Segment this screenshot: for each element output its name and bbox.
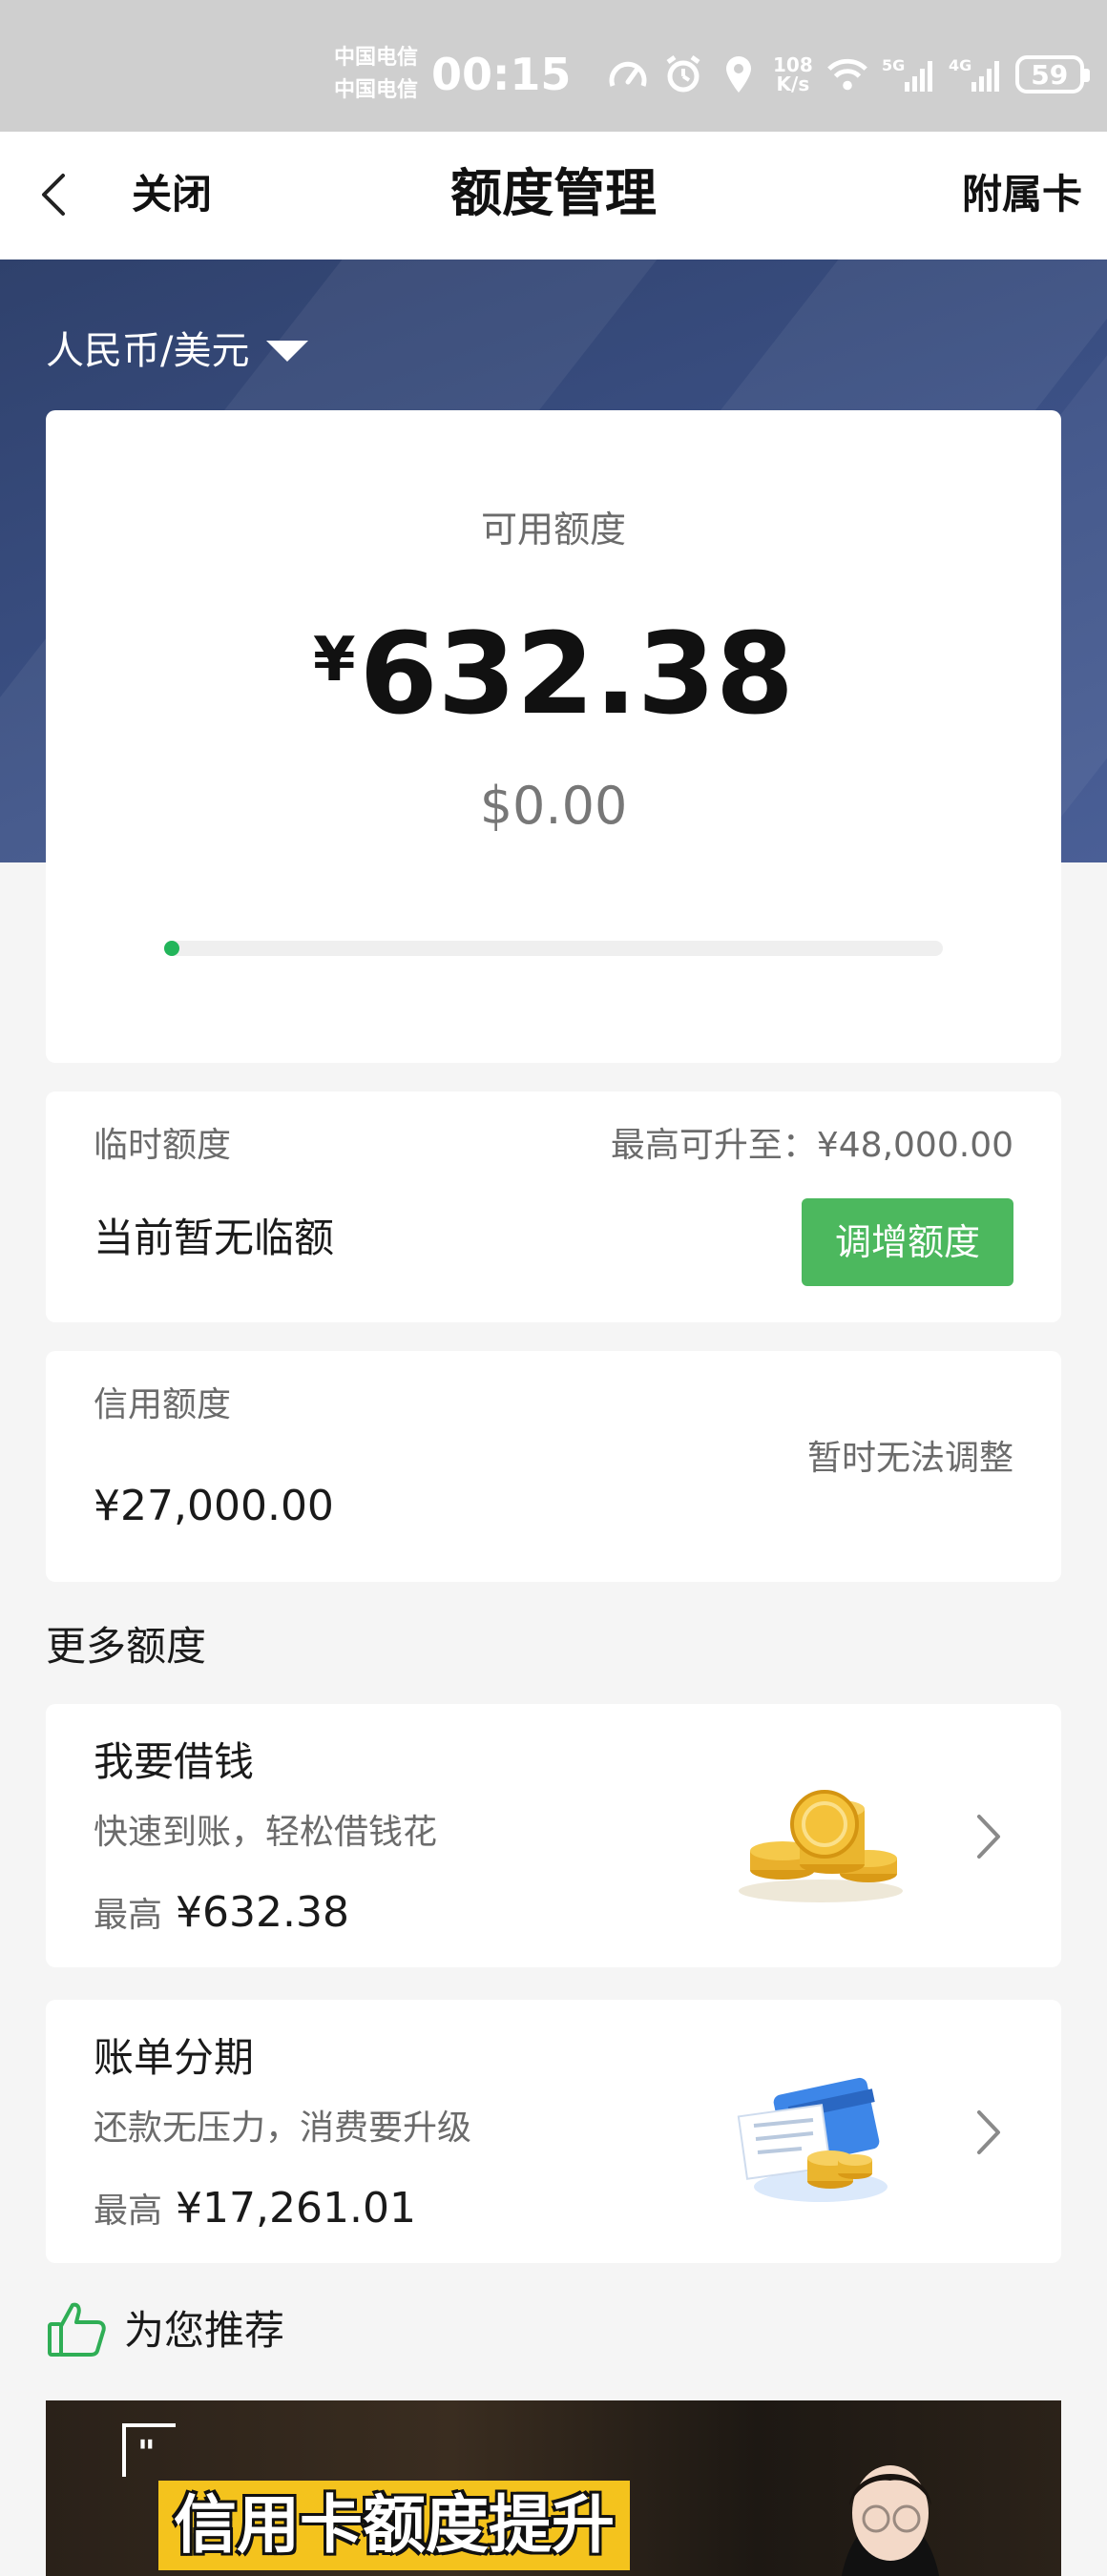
banner-headline: 信用卡额度提升 [158, 2481, 630, 2570]
temporary-limit-title: 临时额度 [94, 1126, 232, 1165]
promo-max: 最高 ¥632.38 [94, 1885, 349, 1949]
promo-title: 我要借钱 [94, 1738, 255, 1785]
temporary-limit-max: 最高可升至：¥48,000.00 [610, 1126, 1013, 1165]
currency-selector[interactable]: 人民币/美元 [46, 324, 309, 378]
speedometer-icon [607, 53, 649, 95]
currency-symbol: ¥ [313, 625, 356, 696]
chevron-right-icon [970, 2107, 1008, 2158]
carrier-labels: 中国电信 中国电信 [334, 42, 418, 107]
promo-title: 账单分期 [94, 2034, 255, 2081]
carrier-1: 中国电信 [334, 46, 419, 70]
presenter-image [809, 2425, 971, 2576]
location-icon [718, 53, 760, 95]
available-usd: $0.00 [479, 776, 628, 836]
usage-progress-bar [164, 941, 943, 956]
temporary-limit-card: 临时额度 最高可升至：¥48,000.00 当前暂无临额 调增额度 [46, 1091, 1061, 1322]
recommend-banner[interactable]: " 信用卡额度提升 [46, 2400, 1061, 2576]
status-bar: 中国电信 中国电信 00:15 108 K/s 5G 4G 59 [0, 0, 1107, 132]
thumbs-up-icon [46, 2297, 109, 2364]
available-label: 可用额度 [480, 509, 626, 551]
status-time: 00:15 [431, 49, 572, 100]
signal-4g-icon: 4G [949, 53, 1002, 95]
bill-installment-card[interactable]: 账单分期 还款无压力，消费要升级 最高 ¥17,261.01 [46, 2000, 1061, 2263]
carrier-2: 中国电信 [334, 78, 419, 102]
promo-max-value: ¥632.38 [176, 1888, 349, 1937]
quote-icon: " [122, 2423, 176, 2477]
available-amount: ¥632.38 [46, 601, 1061, 767]
page-title: 额度管理 [450, 163, 657, 223]
gold-coins-icon [725, 1771, 916, 1914]
status-icons: 108 K/s 5G 4G 59 [607, 50, 1090, 99]
battery-indicator: 59 [1014, 55, 1090, 93]
promo-max-value: ¥17,261.01 [176, 2184, 416, 2233]
temporary-limit-status: 当前暂无临额 [94, 1215, 335, 1261]
promo-max-label: 最高 [94, 1896, 163, 1935]
credit-limit-amount: ¥27,000.00 [94, 1482, 334, 1530]
raise-limit-button[interactable]: 调增额度 [802, 1198, 1013, 1286]
promo-subtitle: 快速到账，轻松借钱花 [94, 1813, 438, 1852]
svg-text:5G: 5G [882, 56, 905, 74]
supplementary-card-button[interactable]: 附属卡 [962, 166, 1082, 223]
net-speed-unit: K/s [776, 73, 810, 95]
credit-limit-title: 信用额度 [94, 1385, 232, 1424]
net-speed: 108 K/s [773, 55, 813, 93]
available-limit-card: 可用额度 ¥632.38 $0.00 [46, 410, 1061, 1063]
credit-limit-note: 暂时无法调整 [806, 1439, 1013, 1478]
alarm-icon [662, 53, 704, 95]
bill-card-coins-icon [725, 2067, 916, 2210]
borrow-money-card[interactable]: 我要借钱 快速到账，轻松借钱花 最高 ¥632.38 [46, 1704, 1061, 1967]
nav-bar: 关闭 额度管理 附属卡 [0, 132, 1107, 260]
chevron-right-icon [970, 1811, 1008, 1862]
available-amount-value: 632.38 [359, 608, 794, 739]
usage-progress-fill [164, 941, 180, 956]
recommend-label: 为您推荐 [124, 2307, 285, 2354]
more-limits-title: 更多额度 [46, 1623, 207, 1670]
wifi-icon [826, 53, 868, 95]
promo-max: 最高 ¥17,261.01 [94, 2181, 416, 2245]
promo-subtitle: 还款无压力，消费要升级 [94, 2109, 472, 2148]
credit-limit-card: 信用额度 ¥27,000.00 暂时无法调整 [46, 1351, 1061, 1582]
net-speed-value: 108 [773, 53, 813, 76]
signal-5g-icon: 5G [882, 53, 935, 95]
recommend-header: 为您推荐 [46, 2299, 284, 2362]
promo-max-label: 最高 [94, 2192, 163, 2231]
svg-text:4G: 4G [949, 56, 971, 74]
currency-label: 人民币/美元 [46, 329, 250, 373]
caret-down-icon [266, 341, 309, 362]
